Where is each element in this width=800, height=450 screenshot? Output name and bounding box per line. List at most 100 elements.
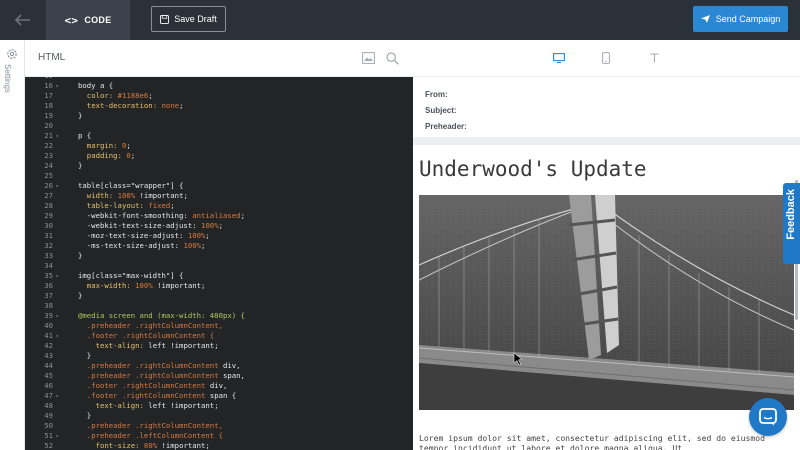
save-draft-button[interactable]: Save Draft (151, 6, 226, 32)
code-text: margin: 0; (86, 141, 131, 150)
divider (413, 137, 800, 145)
email-preview: From: Subject: Preheader: Underwood's Up… (413, 77, 800, 450)
code-tab[interactable]: <> CODE (46, 0, 130, 40)
send-campaign-button[interactable]: Send Campaign (693, 6, 788, 32)
line-number: 43 (44, 351, 53, 360)
search-icon[interactable] (385, 51, 399, 65)
line-number: 40 (44, 321, 53, 330)
code-text: -webkit-text-size-adjust: 100%; (78, 221, 223, 230)
gear-icon[interactable] (6, 48, 18, 60)
code-line: 31 -moz-text-size-adjust: 100%; (25, 231, 413, 241)
code-line: 39 ▾ @media screen and (max-width: 480px) … (25, 311, 413, 321)
line-number: 19 (44, 111, 53, 120)
line-number: 23 (44, 151, 53, 160)
code-line: 46 .footer .rightColumnContent div, (25, 381, 413, 391)
code-line: 21 ▾ p { (25, 131, 413, 141)
code-text: } (78, 251, 83, 260)
line-number: 47 (44, 391, 53, 400)
code-line: 49 } (25, 411, 413, 421)
line-number: 17 (44, 91, 53, 100)
line-number: 18 (44, 101, 53, 110)
desktop-icon[interactable] (552, 51, 566, 65)
line-number: 50 (44, 421, 53, 430)
mobile-icon[interactable] (599, 51, 613, 65)
code-text: max-width: 100% !important; (86, 281, 206, 290)
code-text: } (78, 161, 83, 170)
code-line: 30 -webkit-text-size-adjust: 100%; (25, 221, 413, 231)
code-line: 34 (25, 261, 413, 271)
line-number: 31 (44, 231, 53, 240)
code-line: 28 table-layout: fixed; (25, 201, 413, 211)
code-text: padding: 0; (86, 151, 136, 160)
code-line: 18 text-decoration: none; (25, 101, 413, 111)
code-line: 38 (25, 301, 413, 311)
code-line: 52 font-size: 80% !important; (25, 441, 413, 450)
code-line: 29 -webkit-font-smoothing: antialiased; (25, 211, 413, 221)
feedback-label: Feedback (785, 189, 797, 240)
image-icon[interactable] (361, 51, 375, 65)
code-line: 45 .preheader .rightColumnContent span, (25, 371, 413, 381)
code-text: } (78, 291, 83, 300)
code-line: 43 } (25, 351, 413, 361)
code-line: 44 .preheader .rightColumnContent div, (25, 361, 413, 371)
code-text: -moz-text-size-adjust: 100%; (78, 231, 210, 240)
code-line: 37} (25, 291, 413, 301)
editor-header: HTML (25, 40, 800, 77)
code-line: 33} (25, 251, 413, 261)
code-text: body a { (78, 81, 114, 90)
code-line: 19} (25, 111, 413, 121)
code-line: 24} (25, 161, 413, 171)
code-tab-label: CODE (84, 15, 112, 25)
line-number: 30 (44, 221, 53, 230)
line-number: 25 (44, 171, 53, 180)
code-line: 27 width: 100% !important; (25, 191, 413, 201)
code-line: 48 text-align: left !important; (25, 401, 413, 411)
code-line: 50 .preheader .rightColumnContent, (25, 421, 413, 431)
line-number: 36 (44, 281, 53, 290)
settings-rail: Settings (0, 40, 25, 450)
send-campaign-label: Send Campaign (715, 14, 781, 24)
code-text: p { (78, 131, 92, 140)
chat-icon (759, 408, 777, 426)
code-icon: <> (64, 13, 79, 27)
code-line: 47 ▾ .footer .rightColumnContent span { (25, 391, 413, 401)
code-text: table[class="wrapper"] { (78, 181, 184, 190)
text-icon[interactable] (647, 51, 661, 65)
subject-label: Subject: (425, 106, 457, 115)
code-editor[interactable]: 1516▾body a {17 color: #1188e6;18 text-d… (25, 77, 413, 450)
chat-button[interactable] (749, 398, 787, 436)
line-number: 39 (44, 311, 53, 320)
line-number: 45 (44, 371, 53, 380)
code-line: 51 ▾ .preheader .leftColumnContent { (25, 431, 413, 441)
feedback-tab[interactable]: Feedback (783, 183, 800, 264)
code-line: 26 ▾ table[class="wrapper"] { (25, 181, 413, 191)
code-text: text-align: left !important; (95, 401, 219, 410)
code-text: img[class="max-width"] { (78, 271, 184, 280)
editor-title: HTML (38, 52, 66, 63)
code-text: .preheader .rightColumnContent div, (86, 361, 241, 370)
line-number: 51 (44, 431, 53, 440)
code-text: @media screen and (max-width: 480px) { (78, 311, 245, 320)
code-line: 20 (25, 121, 413, 131)
code-text: } (78, 411, 92, 420)
line-number: 27 (44, 191, 53, 200)
settings-label[interactable]: Settings (3, 64, 12, 93)
top-bar: <> CODE Save Draft Send Campaign (0, 0, 800, 40)
code-line: 16 ▾ body a { (25, 81, 413, 91)
code-text: color: #1188e6; (86, 91, 153, 100)
preheader-label: Preheader: (425, 122, 467, 131)
code-text: text-decoration: none; (86, 101, 184, 110)
back-button[interactable] (0, 0, 46, 40)
line-number: 49 (44, 411, 53, 420)
line-number: 33 (44, 251, 53, 260)
app-root: <> CODE Save Draft Send Campaign Setting… (0, 0, 800, 450)
line-number: 52 (44, 441, 53, 450)
save-draft-label: Save Draft (174, 14, 217, 24)
code-text: .footer .rightColumnContent div, (86, 381, 228, 390)
email-meta: From: Subject: Preheader: (425, 90, 467, 138)
email-body-text: Lorem ipsum dolor sit amet, consectetur … (419, 433, 765, 450)
